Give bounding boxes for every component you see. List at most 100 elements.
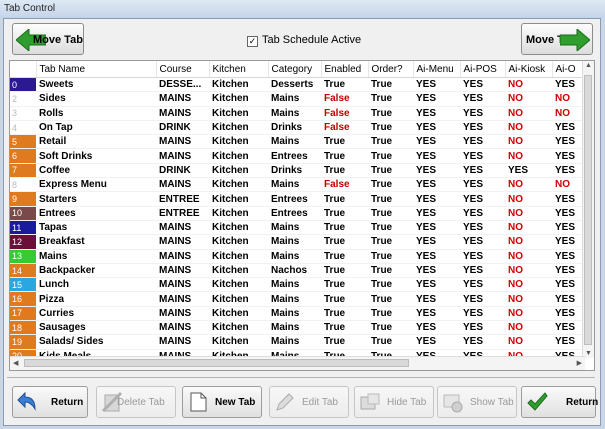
cell-enabled[interactable]: True	[321, 249, 368, 264]
cell-pos[interactable]: YES	[460, 220, 505, 236]
cell-pos[interactable]: YES	[460, 177, 505, 193]
cell-menu[interactable]: YES	[413, 106, 460, 121]
table-row[interactable]: 13 Mains MAINS Kitchen Mains True True YES YES NO…	[10, 249, 582, 264]
cell-enabled[interactable]: False	[321, 106, 368, 121]
move-tab-left-button[interactable]: Move Tab	[12, 23, 84, 55]
cell-pos[interactable]: YES	[460, 291, 505, 307]
cell-kitchen[interactable]: Kitchen	[209, 148, 268, 164]
cell-category[interactable]: Drinks	[268, 120, 321, 136]
scroll-right-icon[interactable]: ▶	[577, 359, 582, 367]
cell-name[interactable]: Express Menu	[36, 177, 156, 193]
cell-kiosk[interactable]: NO	[505, 177, 552, 193]
cell-kitchen[interactable]: Kitchen	[209, 77, 268, 93]
cell-menu[interactable]: YES	[413, 163, 460, 179]
cell-name[interactable]: Tapas	[36, 220, 156, 236]
tab-number-swatch[interactable]: 19	[10, 334, 36, 350]
cell-course[interactable]: MAINS	[156, 334, 209, 350]
cell-kiosk[interactable]: NO	[505, 77, 552, 93]
cell-o[interactable]: YES	[552, 148, 582, 164]
cell-o[interactable]: YES	[552, 77, 582, 93]
cell-menu[interactable]: YES	[413, 291, 460, 307]
cell-category[interactable]: Desserts	[268, 77, 321, 93]
cell-o[interactable]: YES	[552, 291, 582, 307]
cell-course[interactable]: MAINS	[156, 148, 209, 164]
cell-course[interactable]: MAINS	[156, 263, 209, 279]
cell-enabled[interactable]: False	[321, 120, 368, 136]
table-row[interactable]: 2 Sides MAINS Kitchen Mains False True YES YES NO…	[10, 91, 582, 107]
table-row[interactable]: 9 Starters ENTREE Kitchen Entrees True True YES…	[10, 191, 582, 207]
cell-order[interactable]: True	[368, 234, 413, 250]
horizontal-scroll-thumb[interactable]	[24, 359, 409, 367]
cell-menu[interactable]: YES	[413, 206, 460, 221]
cell-o[interactable]: YES	[552, 120, 582, 136]
cell-menu[interactable]: YES	[413, 220, 460, 236]
cell-name[interactable]: On Tap	[36, 120, 156, 136]
cell-pos[interactable]: YES	[460, 277, 505, 293]
cell-order[interactable]: True	[368, 277, 413, 293]
cell-name[interactable]: Breakfast	[36, 234, 156, 250]
cell-menu[interactable]: YES	[413, 277, 460, 293]
cell-enabled[interactable]: True	[321, 291, 368, 307]
cell-menu[interactable]: YES	[413, 77, 460, 93]
cell-order[interactable]: True	[368, 106, 413, 121]
cell-course[interactable]: MAINS	[156, 249, 209, 264]
cell-o[interactable]: YES	[552, 306, 582, 322]
cell-enabled[interactable]: True	[321, 320, 368, 336]
cell-order[interactable]: True	[368, 220, 413, 236]
delete-tab-button[interactable]: Delete Tab	[96, 386, 176, 418]
cell-kitchen[interactable]: Kitchen	[209, 320, 268, 336]
cell-kiosk[interactable]: NO	[505, 334, 552, 350]
cell-pos[interactable]: YES	[460, 106, 505, 121]
cell-o[interactable]: YES	[552, 320, 582, 336]
cell-kitchen[interactable]: Kitchen	[209, 134, 268, 150]
cell-kitchen[interactable]: Kitchen	[209, 220, 268, 236]
column-header[interactable]: Ai-POS	[460, 61, 506, 78]
cell-enabled[interactable]: False	[321, 91, 368, 107]
cell-name[interactable]: Mains	[36, 249, 156, 264]
tab-number-swatch[interactable]: 0	[10, 77, 36, 93]
tab-schedule-active-checkbox[interactable]: ✓ Tab Schedule Active	[247, 34, 361, 47]
cell-pos[interactable]: YES	[460, 234, 505, 250]
cell-category[interactable]: Mains	[268, 134, 321, 150]
column-header[interactable]: Category	[268, 61, 322, 78]
column-header[interactable]: Ai-Kiosk	[505, 61, 553, 78]
cell-pos[interactable]: YES	[460, 263, 505, 279]
cell-category[interactable]: Entrees	[268, 148, 321, 164]
cell-enabled[interactable]: True	[321, 234, 368, 250]
cell-name[interactable]: Retail	[36, 134, 156, 150]
cell-kitchen[interactable]: Kitchen	[209, 206, 268, 221]
cell-kiosk[interactable]: NO	[505, 206, 552, 221]
tab-number-swatch[interactable]: 17	[10, 306, 36, 322]
tab-number-swatch[interactable]: 12	[10, 234, 36, 250]
cell-o[interactable]: YES	[552, 234, 582, 250]
cell-category[interactable]: Mains	[268, 91, 321, 107]
tab-number-swatch[interactable]: 18	[10, 320, 36, 336]
cell-order[interactable]: True	[368, 91, 413, 107]
cell-kitchen[interactable]: Kitchen	[209, 106, 268, 121]
cell-order[interactable]: True	[368, 120, 413, 136]
cell-name[interactable]: Pizza	[36, 291, 156, 307]
cell-category[interactable]: Mains	[268, 306, 321, 322]
cell-category[interactable]: Nachos	[268, 263, 321, 279]
cell-order[interactable]: True	[368, 134, 413, 150]
tab-number-swatch[interactable]: 15	[10, 277, 36, 293]
cell-order[interactable]: True	[368, 320, 413, 336]
cell-order[interactable]: True	[368, 291, 413, 307]
table-row[interactable]: 14 Backpacker MAINS Kitchen Nachos True True YE…	[10, 263, 582, 279]
table-row[interactable]: 19 Salads/ Sides MAINS Kitchen Mains True True…	[10, 334, 582, 350]
table-row[interactable]: 16 Pizza MAINS Kitchen Mains True True YES YES NO…	[10, 291, 582, 307]
cell-menu[interactable]: YES	[413, 263, 460, 279]
cell-course[interactable]: MAINS	[156, 320, 209, 336]
cell-o[interactable]: NO	[552, 177, 582, 193]
cell-kiosk[interactable]: NO	[505, 148, 552, 164]
cell-course[interactable]: MAINS	[156, 220, 209, 236]
cell-category[interactable]: Mains	[268, 234, 321, 250]
cell-order[interactable]: True	[368, 334, 413, 350]
cell-menu[interactable]: YES	[413, 234, 460, 250]
cell-kiosk[interactable]: NO	[505, 277, 552, 293]
cell-kiosk[interactable]: NO	[505, 234, 552, 250]
cell-o[interactable]: YES	[552, 163, 582, 179]
cell-o[interactable]: NO	[552, 106, 582, 121]
column-header[interactable]: Kitchen	[209, 61, 269, 78]
cell-kiosk[interactable]: NO	[505, 320, 552, 336]
